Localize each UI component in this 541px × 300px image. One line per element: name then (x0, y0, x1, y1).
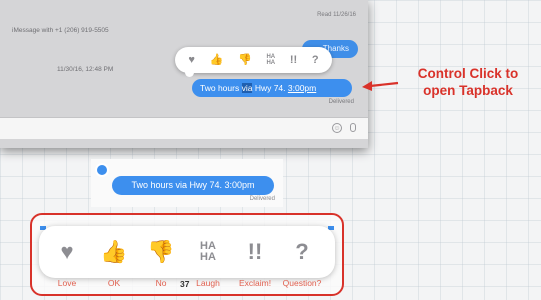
legend-item-question[interactable]: ? Question? (279, 226, 325, 288)
callout-line-2: open Tapback (423, 83, 513, 98)
thumbs-up-icon[interactable]: 👍 (210, 54, 224, 66)
thumbs-down-icon[interactable]: 👎 (238, 54, 252, 66)
double-exclamation-icon: !! (247, 239, 263, 264)
question-mark-icon: ? (295, 239, 309, 264)
legend-item-love[interactable]: ♥ Love (44, 226, 90, 288)
messages-window-screenshot: Read 11/26/16 iMessage with +1 (206) 919… (0, 0, 368, 148)
legend-item-laugh[interactable]: HA HA Laugh (185, 226, 231, 289)
compose-bar[interactable]: ☺ (0, 117, 368, 139)
delivered-status: Delivered (249, 196, 275, 202)
question-mark-icon[interactable]: ? (312, 54, 319, 66)
tapped-message-screenshot: Two hours via Hwy 74. 3:00pm Delivered (91, 159, 283, 207)
emoji-icon[interactable]: ☺ (332, 123, 342, 133)
tapback-icon-strip: ♥ Love 👍 OK 👎 No HA HA Laugh !! Exclaim!… (39, 226, 335, 289)
callout-arrow-icon (362, 81, 399, 91)
legend-item-exclaim[interactable]: !! Exclaim! (232, 226, 278, 288)
message-text-start: Two hours (200, 83, 242, 93)
tapback-badge-icon (95, 163, 109, 177)
tapback-legend: ♥ Love 👍 OK 👎 No HA HA Laugh !! Exclaim!… (30, 213, 344, 296)
haha-icon: HA HA (185, 226, 231, 278)
legend-label-question: Question? (282, 278, 322, 288)
callout-line-1: Control Click to (417, 66, 519, 81)
double-exclamation-icon[interactable]: !! (290, 54, 297, 66)
heart-icon[interactable]: ♥ (188, 54, 195, 66)
selected-message-bubble[interactable]: Two hours via Hwy 74. 3:00pm (192, 79, 352, 97)
thumbs-down-icon: 👎 (147, 239, 175, 264)
heart-icon: ♥ (60, 239, 74, 264)
delivered-status: Delivered (328, 99, 354, 105)
selected-word: via (241, 83, 253, 93)
page-number: 37 (180, 279, 190, 289)
read-receipt: Read 11/26/16 (317, 12, 356, 18)
time-link[interactable]: 3:00pm (288, 83, 316, 93)
callout-text: Control Click to open Tapback (395, 65, 541, 99)
legend-item-ok[interactable]: 👍 OK (91, 226, 137, 288)
haha-bottom: HA (200, 251, 216, 263)
tapped-message-bubble[interactable]: Two hours via Hwy 74. 3:00pm (112, 176, 274, 195)
message-timestamp: 11/30/16, 12:48 PM (57, 66, 114, 73)
haha-icon[interactable]: HA HA (266, 54, 275, 66)
conversation-label: iMessage with +1 (206) 919-5505 (12, 27, 109, 34)
legend-item-no[interactable]: 👎 No (138, 226, 184, 288)
tapback-popup[interactable]: ♥ 👍 👎 HA HA !! ? (175, 47, 332, 77)
thumbs-up-icon: 👍 (100, 239, 128, 264)
message-text-middle: Hwy 74. (252, 83, 288, 93)
microphone-icon[interactable] (350, 123, 356, 132)
